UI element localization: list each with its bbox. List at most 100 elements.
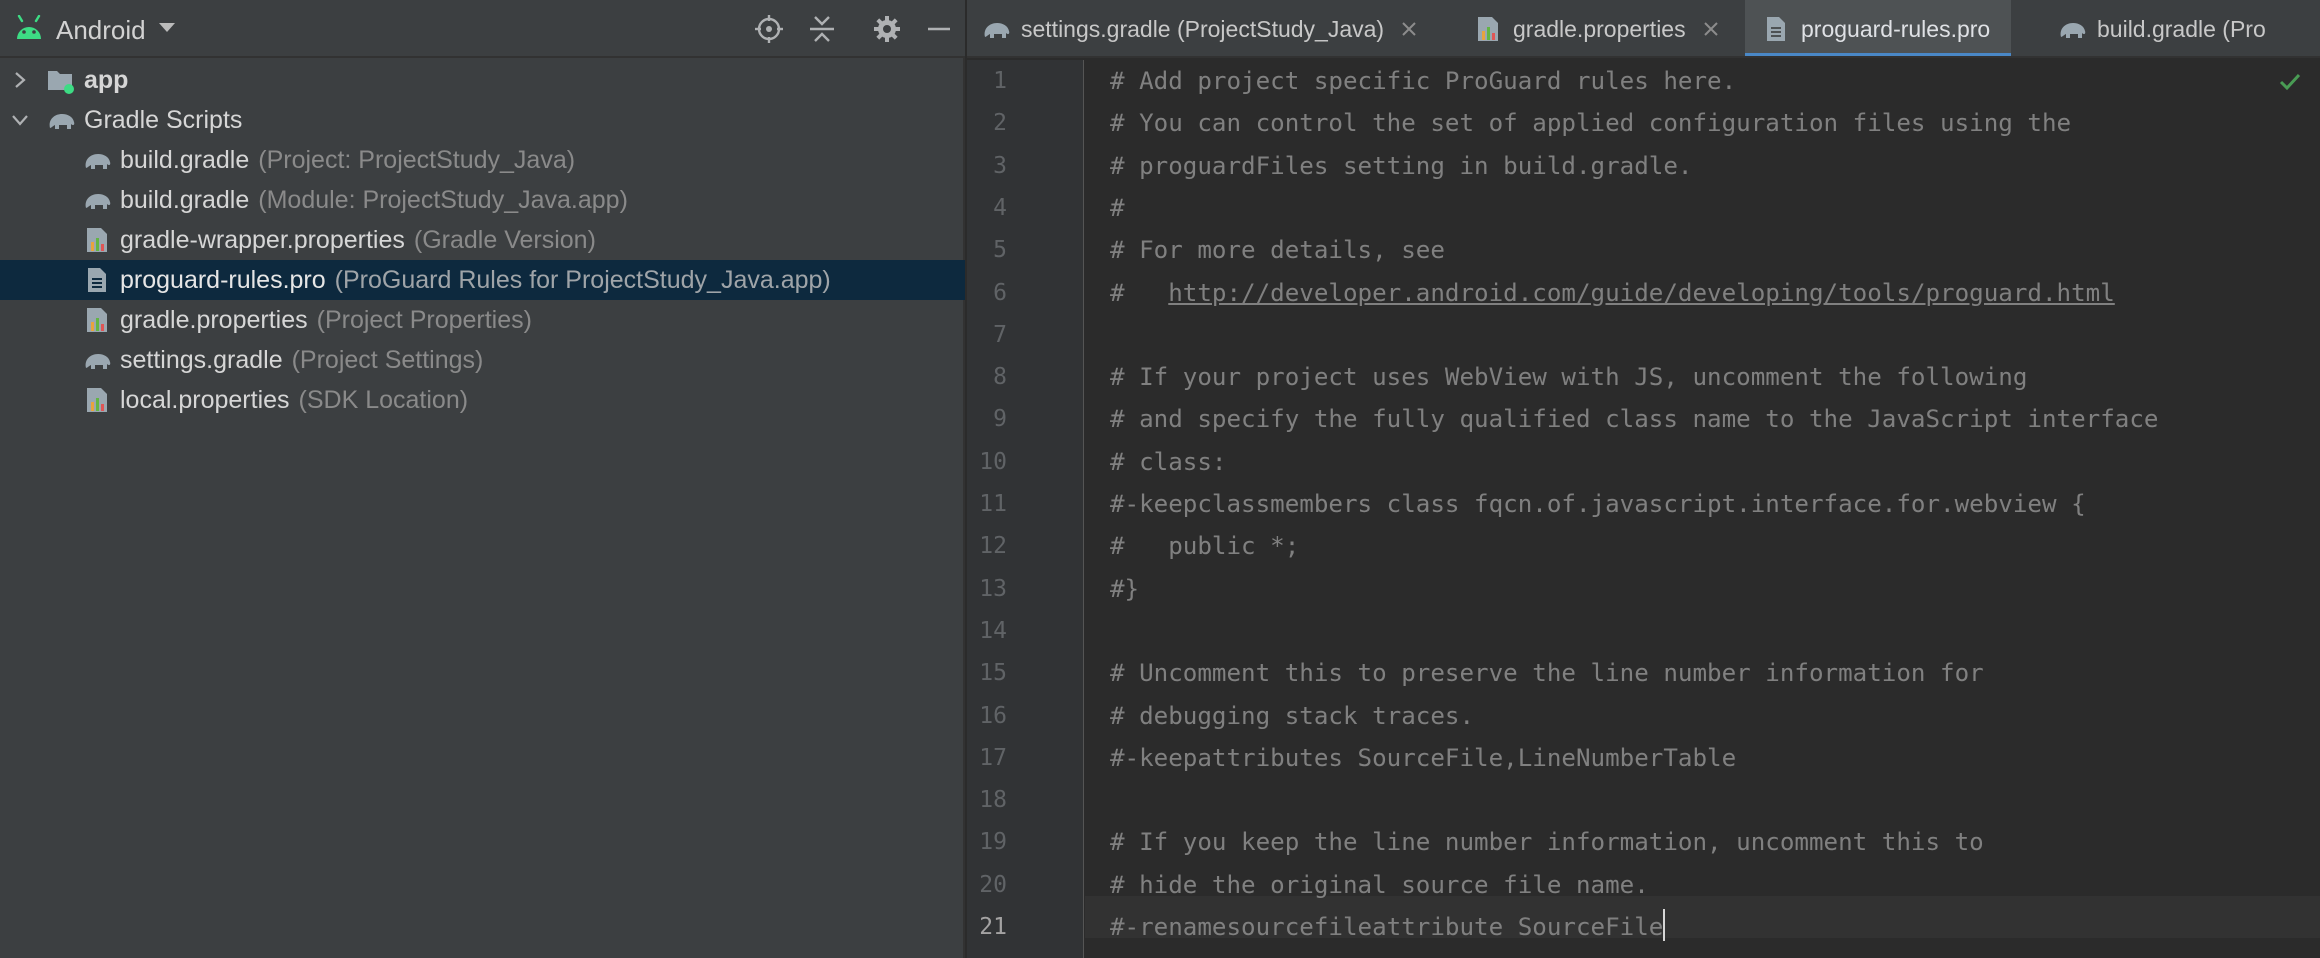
comment-prefix: # — [1110, 278, 1169, 307]
tree-item-label: app — [84, 65, 129, 94]
line-number: 5 — [993, 237, 1007, 264]
tree-item-gradle-properties[interactable]: gradle.properties (Project Properties) — [0, 300, 965, 340]
text-file-icon — [82, 265, 112, 295]
tree-item-app[interactable]: app — [0, 60, 965, 100]
tab-build-gradle[interactable]: build.gradle (Pro — [2057, 0, 2266, 56]
project-toolbar: Android — [0, 0, 965, 58]
active-tab-indicator — [1745, 53, 2011, 56]
code-line: # http://developer.android.com/guide/dev… — [1110, 272, 2115, 314]
tree-item-hint: (Gradle Version) — [413, 225, 596, 254]
text-file-icon — [1761, 14, 1791, 44]
gradle-elephant-icon — [82, 185, 112, 215]
module-folder-icon — [46, 65, 76, 95]
code-line: # class: — [1110, 447, 1227, 476]
tree-item-gradle-wrapper-properties[interactable]: gradle-wrapper.properties (Gradle Version… — [0, 220, 965, 260]
line-number: 21 — [979, 914, 1007, 940]
tab-proguard-rules[interactable]: proguard-rules.pro — [1745, 0, 2011, 56]
line-number: 7 — [993, 321, 1007, 348]
tree-item-hint: (SDK Location) — [298, 385, 469, 414]
gear-icon[interactable] — [868, 10, 906, 48]
tree-item-label: Gradle Scripts — [84, 105, 243, 134]
gradle-elephant-icon — [981, 14, 1011, 44]
line-number: 14 — [979, 617, 1007, 644]
tree-item-hint: (Project: ProjectStudy_Java) — [258, 145, 576, 174]
gradle-elephant-icon — [82, 145, 112, 175]
line-number: 1 — [993, 68, 1007, 94]
tree-item-local-properties[interactable]: local.properties (SDK Location) — [0, 380, 965, 420]
line-number: 12 — [979, 533, 1007, 560]
tree-item-build-gradle-project[interactable]: build.gradle (Project: ProjectStudy_Java) — [0, 140, 965, 180]
close-icon[interactable] — [1700, 18, 1722, 40]
project-view-label: Android — [56, 14, 146, 45]
close-icon[interactable] — [1398, 18, 1420, 40]
code-line: # Add project specific ProGuard rules he… — [1110, 67, 1737, 95]
tree-item-proguard-rules[interactable]: proguard-rules.pro (ProGuard Rules for Pr… — [0, 260, 965, 300]
tab-label: proguard-rules.pro — [1801, 15, 1991, 42]
editor-tab-bar: settings.gradle (ProjectStudy_Java) grad… — [967, 0, 2320, 58]
line-number: 3 — [993, 152, 1007, 179]
gradle-elephant-icon — [2057, 14, 2087, 44]
tree-item-label: local.properties — [120, 385, 290, 414]
android-icon — [14, 14, 44, 46]
code-line: # For more details, see — [1110, 236, 1445, 265]
line-number: 19 — [979, 829, 1007, 856]
tab-settings-gradle[interactable]: settings.gradle (ProjectStudy_Java) — [981, 0, 1420, 56]
line-number: 13 — [979, 575, 1007, 602]
line-number: 8 — [993, 364, 1007, 391]
tree-item-label: build.gradle — [120, 145, 250, 174]
code-editor[interactable]: # Add project specific ProGuard rules he… — [1085, 60, 2320, 958]
gradle-elephant-icon — [82, 345, 112, 375]
line-number: 20 — [979, 871, 1007, 898]
tree-item-hint: (Project Properties) — [316, 305, 532, 334]
tab-gradle-properties[interactable]: gradle.properties — [1473, 0, 1722, 56]
properties-file-icon — [1473, 14, 1503, 44]
line-number: 2 — [993, 110, 1007, 137]
line-number: 9 — [993, 406, 1007, 433]
code-line: #-renamesourcefileattribute SourceFile — [1110, 906, 1666, 948]
tree-item-label: build.gradle — [120, 185, 250, 214]
inspection-ok-check-icon[interactable] — [2276, 68, 2304, 96]
tab-label: build.gradle (Pro — [2097, 15, 2266, 42]
tab-label: gradle.properties — [1513, 15, 1686, 42]
properties-file-icon — [82, 385, 112, 415]
code-line: # You can control the set of applied con… — [1110, 109, 2072, 138]
tree-item-label: proguard-rules.pro — [120, 265, 326, 294]
tree-item-settings-gradle[interactable]: settings.gradle (Project Settings) — [0, 340, 965, 380]
line-number: 11 — [979, 491, 1007, 517]
tab-label: settings.gradle (ProjectStudy_Java) — [1021, 15, 1385, 42]
tree-item-hint: (Project Settings) — [291, 345, 484, 374]
locate-target-icon[interactable] — [750, 10, 788, 48]
properties-file-icon — [82, 305, 112, 335]
properties-file-icon — [82, 225, 112, 255]
chevron-right-icon[interactable] — [10, 70, 30, 90]
tree-item-hint: (Module: ProjectStudy_Java.app) — [258, 185, 628, 214]
line-number: 17 — [979, 744, 1007, 771]
code-line: #-keepclassmembers class fqcn.of.javascr… — [1110, 490, 2086, 518]
code-line: # proguardFiles setting in build.gradle. — [1110, 151, 1693, 180]
tree-item-label: gradle-wrapper.properties — [120, 225, 405, 254]
code-line: # If your project uses WebView with JS, … — [1110, 363, 2028, 392]
line-number: 16 — [979, 702, 1007, 729]
tree-item-build-gradle-module[interactable]: build.gradle (Module: ProjectStudy_Java.a… — [0, 180, 965, 220]
code-line: # hide the original source file name. — [1110, 870, 1649, 899]
line-number: 6 — [993, 279, 1007, 306]
chevron-down-icon[interactable] — [10, 110, 30, 130]
collapse-all-icon[interactable] — [803, 10, 841, 48]
code-line: # — [1110, 193, 1125, 222]
line-number: 4 — [993, 194, 1007, 221]
code-line: # public *; — [1110, 532, 1300, 561]
hide-minus-icon[interactable] — [920, 10, 958, 48]
editor: settings.gradle (ProjectStudy_Java) grad… — [967, 0, 2320, 958]
code-line: # Uncomment this to preserve the line nu… — [1110, 659, 1984, 688]
tree-item-label: settings.gradle — [120, 345, 283, 374]
tree-item-gradle-scripts[interactable]: Gradle Scripts — [0, 100, 965, 140]
tree-item-hint: (ProGuard Rules for ProjectStudy_Java.ap… — [334, 265, 831, 294]
line-number-gutter: 1 2 3 4 5 6 7 8 9 10 11 12 13 14 15 16 17 18 19 20 21 — [967, 60, 1084, 958]
line-number: 10 — [979, 448, 1007, 475]
project-view-selector[interactable]: Android — [14, 12, 176, 48]
tree-item-label: gradle.properties — [120, 305, 308, 334]
gradle-elephant-icon — [46, 105, 76, 135]
code-line: # If you keep the line number informatio… — [1110, 828, 1984, 857]
chevron-down-icon — [158, 21, 176, 39]
comment-link[interactable]: http://developer.android.com/guide/devel… — [1168, 279, 2115, 307]
